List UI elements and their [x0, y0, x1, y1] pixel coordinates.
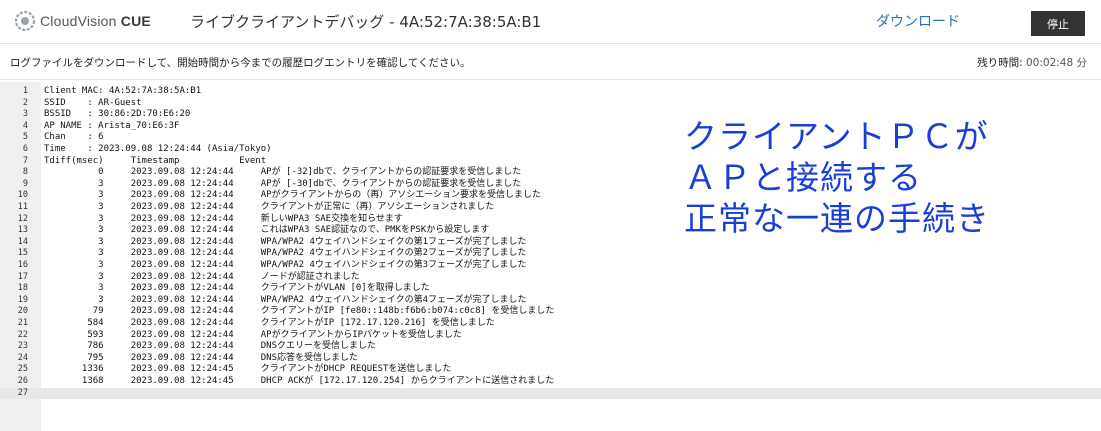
- info-description: ログファイルをダウンロードして、開始時間から今までの履歴ログエントリを確認してく…: [10, 57, 471, 69]
- log-line-text: 1368 2023.09.08 12:24:45 DHCP ACKが [172.…: [44, 376, 555, 386]
- annotation-overlay: クライアントＰＣが ＡＰと接続する 正常な一連の手続き: [684, 116, 990, 239]
- line-number: 13: [17, 225, 28, 236]
- cloudvision-logo-icon: [14, 10, 36, 32]
- log-line-text: 3 2023.09.08 12:24:44 ノードが認証されました: [44, 271, 360, 282]
- line-number: 27: [17, 387, 28, 398]
- log-line-text: 3 2023.09.08 12:24:44 新しいWPA3 SAE交換を知らせま…: [44, 213, 403, 224]
- log-line-text: AP NAME : Arista_70:E6:3F: [44, 120, 180, 131]
- log-line-text: 3 2023.09.08 12:24:44 APがクライアントからの（再）アソシ…: [44, 190, 542, 201]
- line-number: 26: [17, 376, 28, 386]
- line-number: 11: [17, 202, 28, 212]
- line-number: 4: [22, 120, 28, 131]
- line-number: 23: [17, 341, 28, 352]
- log-line: 16 3 2023.09.08 12:24:44 WPA/WPA2 4ウェイハン…: [0, 260, 1101, 272]
- log-line-text: SSID : AR-Guest: [44, 97, 142, 108]
- line-number: 2: [22, 97, 28, 108]
- log-line: 20 79 2023.09.08 12:24:44 クライアントがIP [fe8…: [0, 306, 1101, 318]
- log-line-text: Tdiff(msec) Timestamp Event: [44, 155, 267, 166]
- line-number: 15: [17, 248, 28, 259]
- line-number: 3: [22, 109, 28, 120]
- log-line-text: 3 2023.09.08 12:24:44 APが [-30]dbで、クライアン…: [44, 178, 522, 189]
- logo: CloudVision CUE: [14, 8, 151, 34]
- line-number: 8: [22, 167, 28, 178]
- log-line-text: 584 2023.09.08 12:24:44 クライアントがIP [172.1…: [44, 318, 495, 328]
- log-line-text: 795 2023.09.08 12:24:44 DNS応答を受信しました: [44, 352, 358, 363]
- line-number: 24: [17, 352, 28, 363]
- log-line: 22 593 2023.09.08 12:24:44 APがクライアントからIP…: [0, 330, 1101, 342]
- log-line-text: 3 2023.09.08 12:24:44 クライアントが正常に（再）アソシエー…: [44, 202, 495, 212]
- log-line: 18 3 2023.09.08 12:24:44 クライアントがVLAN [0]…: [0, 283, 1101, 295]
- log-line-text: 786 2023.09.08 12:24:44 DNSクエリーを受信しました: [44, 341, 376, 352]
- line-number: 16: [17, 260, 28, 270]
- log-line-text: 79 2023.09.08 12:24:44 クライアントがIP [fe80::…: [44, 306, 555, 317]
- line-number: 17: [17, 271, 28, 282]
- page-title: ライブクライアントデバッグ - 4A:52:7A:38:5A:B1: [190, 13, 542, 31]
- log-line-text: 3 2023.09.08 12:24:44 WPA/WPA2 4ウェイハンドシェ…: [44, 294, 527, 305]
- log-line: 17 3 2023.09.08 12:24:44 ノードが認証されました: [0, 272, 1101, 284]
- line-number: 21: [17, 318, 28, 328]
- line-number: 7: [22, 155, 28, 166]
- log-line: 23 786 2023.09.08 12:24:44 DNSクエリーを受信しまし…: [0, 341, 1101, 353]
- log-line-text: Client MAC: 4A:52:7A:38:5A:B1: [44, 86, 202, 96]
- remaining-time-label: 残り時間:: [977, 57, 1023, 69]
- log-line: 2 SSID : AR-Guest: [0, 98, 1101, 110]
- log-line-text: 0 2023.09.08 12:24:44 APが [-32]dbで、クライアン…: [44, 167, 522, 178]
- stop-button[interactable]: 停止: [1031, 11, 1085, 36]
- line-number: 20: [17, 306, 28, 317]
- line-number: 12: [17, 213, 28, 224]
- log-line: 26 1368 2023.09.08 12:24:45 DHCP ACKが [1…: [0, 376, 1101, 388]
- log-line-text: 3 2023.09.08 12:24:44 これはWPA3 SAE認証なので、P…: [44, 225, 490, 236]
- log-line: 25 1336 2023.09.08 12:24:45 クライアントがDHCP …: [0, 364, 1101, 376]
- log-line-text: Time : 2023.09.08 12:24:44 (Asia/Tokyo): [44, 144, 272, 154]
- log-line: 19 3 2023.09.08 12:24:44 WPA/WPA2 4ウェイハン…: [0, 295, 1101, 307]
- log-line: 21 584 2023.09.08 12:24:44 クライアントがIP [17…: [0, 318, 1101, 330]
- app-header: CloudVision CUE ライブクライアントデバッグ - 4A:52:7A…: [0, 0, 1101, 44]
- log-line-text: 3 2023.09.08 12:24:44 WPA/WPA2 4ウェイハンドシェ…: [44, 248, 527, 259]
- annotation-line-1: クライアントＰＣが: [684, 117, 989, 156]
- line-number: 22: [17, 329, 28, 340]
- log-line: 24 795 2023.09.08 12:24:44 DNS応答を受信しました: [0, 353, 1101, 365]
- line-number: 6: [22, 144, 28, 154]
- line-number: 5: [22, 132, 28, 143]
- logo-text: CloudVision CUE: [40, 13, 151, 29]
- log-line-text: 3 2023.09.08 12:24:44 WPA/WPA2 4ウェイハンドシェ…: [44, 236, 527, 247]
- log-line-text: BSSID : 30:86:2D:70:E6:20: [44, 109, 191, 120]
- line-number: 25: [17, 364, 28, 375]
- annotation-line-3: 正常な一連の手続き: [684, 199, 990, 238]
- log-line: 1 Client MAC: 4A:52:7A:38:5A:B1: [0, 86, 1101, 98]
- log-line-text: 1336 2023.09.08 12:24:45 クライアントがDHCP REQ…: [44, 364, 452, 375]
- line-number: 14: [17, 236, 28, 247]
- info-bar: ログファイルをダウンロードして、開始時間から今までの履歴ログエントリを確認してく…: [0, 44, 1101, 80]
- line-number: 10: [17, 190, 28, 201]
- line-number: 9: [22, 178, 28, 189]
- remaining-time-value: 00:02:48 分: [1026, 57, 1087, 69]
- log-line-text: 3 2023.09.08 12:24:44 クライアントがVLAN [0]を取得…: [44, 283, 430, 294]
- remaining-time: 残り時間: 00:02:48 分: [977, 55, 1087, 70]
- line-number: 19: [17, 294, 28, 305]
- log-line-text: 3 2023.09.08 12:24:44 WPA/WPA2 4ウェイハンドシェ…: [44, 260, 527, 270]
- line-number: 18: [17, 283, 28, 294]
- log-line-text: Chan : 6: [44, 132, 104, 143]
- log-line: 27: [0, 387, 1101, 400]
- log-line-text: 593 2023.09.08 12:24:44 APがクライアントからIPパケッ…: [44, 329, 463, 340]
- line-number: 1: [22, 86, 28, 96]
- download-link[interactable]: ダウンロード: [876, 11, 960, 31]
- annotation-line-2: ＡＰと接続する: [684, 158, 922, 197]
- log-line: 15 3 2023.09.08 12:24:44 WPA/WPA2 4ウェイハン…: [0, 248, 1101, 260]
